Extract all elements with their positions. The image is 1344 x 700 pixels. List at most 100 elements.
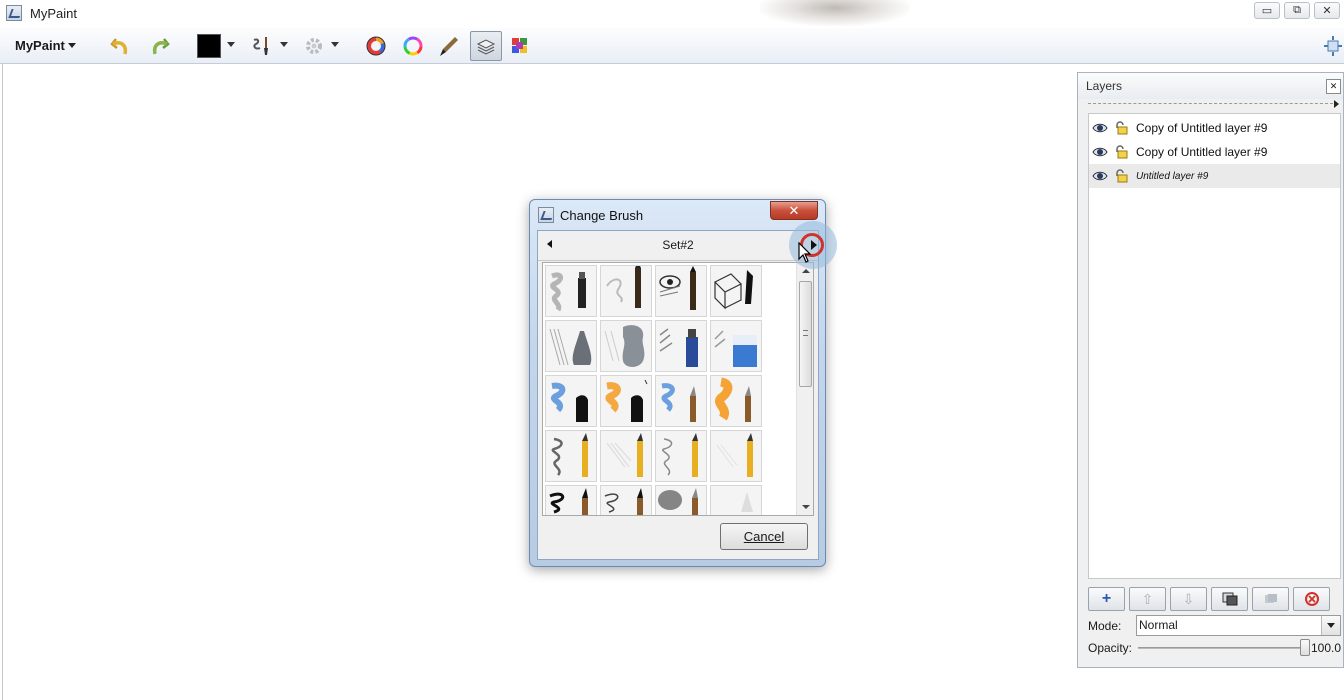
cancel-button-label: Cancel xyxy=(743,529,785,544)
merge-icon xyxy=(1264,594,1277,603)
brush-eraser-block[interactable] xyxy=(710,320,762,372)
brush-pen-blue[interactable] xyxy=(545,375,597,427)
pen-icon[interactable] xyxy=(436,33,462,59)
duplicate-icon xyxy=(1222,592,1237,606)
add-layer-button[interactable]: + xyxy=(1088,587,1125,611)
mode-label: Mode: xyxy=(1088,618,1122,633)
current-color-swatch xyxy=(197,34,221,58)
brush-eraser-soft[interactable] xyxy=(600,320,652,372)
cancel-button[interactable]: Cancel xyxy=(720,523,808,550)
brush-icon[interactable] xyxy=(249,33,275,59)
fullscreen-icon[interactable] xyxy=(1324,36,1342,56)
palette-icon[interactable] xyxy=(507,33,533,59)
color-swatch-button[interactable] xyxy=(196,33,222,59)
mypaint-menu-label: MyPaint xyxy=(15,38,65,53)
dialog-title: Change Brush xyxy=(560,207,644,223)
opacity-slider-handle[interactable] xyxy=(1300,639,1310,656)
chevron-down-icon[interactable] xyxy=(227,42,235,47)
layers-panel-header: Layers ✕ xyxy=(1078,73,1343,99)
dialog-title-bar: Change Brush xyxy=(538,207,643,223)
delete-icon xyxy=(1304,592,1319,606)
brush-pencil-sketch[interactable] xyxy=(655,265,707,317)
app-title: MyPaint xyxy=(30,5,77,21)
plus-icon: + xyxy=(1101,590,1112,607)
hue-ring-icon[interactable] xyxy=(400,33,426,59)
brush-brush-blue[interactable] xyxy=(655,375,707,427)
duplicate-layer-button[interactable] xyxy=(1211,587,1248,611)
blend-mode-row: Mode: Normal xyxy=(1088,615,1341,636)
brush-airbrush[interactable] xyxy=(710,485,762,515)
brush-grid-container xyxy=(542,262,814,516)
brush-ink-thin[interactable] xyxy=(600,485,652,515)
move-layer-down-button[interactable]: ⇩ xyxy=(1170,587,1207,611)
opacity-label: Opacity: xyxy=(1088,641,1133,655)
unlocked-padlock-icon[interactable] xyxy=(1114,145,1128,159)
brush-grid-scrollbar[interactable] xyxy=(796,263,813,515)
restore-button[interactable]: ⧉ xyxy=(1284,2,1310,19)
settings-icon[interactable] xyxy=(301,33,327,59)
panel-tearoff-divider[interactable] xyxy=(1088,103,1333,104)
change-brush-dialog: Change Brush ✕ Set#2 Cancel xyxy=(529,199,837,567)
unlocked-padlock-icon[interactable] xyxy=(1114,169,1128,183)
brush-pen-orange[interactable] xyxy=(600,375,652,427)
mypaint-menu-button[interactable]: MyPaint xyxy=(15,38,76,53)
panel-expand-arrow-icon[interactable] xyxy=(1334,100,1339,108)
chevron-down-icon xyxy=(67,43,76,48)
undo-icon[interactable] xyxy=(108,33,134,59)
redo-icon[interactable] xyxy=(146,33,172,59)
color-wheel-icon[interactable] xyxy=(363,33,389,59)
brush-brush-orange[interactable] xyxy=(710,375,762,427)
dialog-body: Set#2 Cancel xyxy=(537,230,819,560)
brush-grid xyxy=(545,265,762,515)
brush-pencil-yellow-4[interactable] xyxy=(710,430,762,482)
scroll-up-arrow-icon[interactable] xyxy=(802,269,810,273)
layer-row-selected[interactable]: Untitled layer #9 xyxy=(1089,164,1340,188)
brush-pencil-yellow-3[interactable] xyxy=(655,430,707,482)
delete-layer-button[interactable] xyxy=(1293,587,1330,611)
close-button[interactable]: ✕ xyxy=(1314,2,1340,19)
arrow-up-icon: ⇧ xyxy=(1141,590,1154,607)
brush-marker-blue[interactable] xyxy=(655,320,707,372)
chevron-down-icon[interactable] xyxy=(331,42,339,47)
opacity-row: Opacity: 100.0 xyxy=(1088,639,1341,657)
brush-charcoal[interactable] xyxy=(545,265,597,317)
layer-name: Copy of Untitled layer #9 xyxy=(1136,121,1268,135)
app-icon xyxy=(6,5,22,21)
brush-blender[interactable] xyxy=(545,320,597,372)
dialog-app-icon xyxy=(538,207,554,223)
layers-panel-title: Layers xyxy=(1086,79,1123,93)
visibility-eye-icon[interactable] xyxy=(1092,122,1108,134)
blend-mode-select[interactable]: Normal xyxy=(1136,615,1341,636)
opacity-slider-track[interactable] xyxy=(1138,647,1302,649)
visibility-eye-icon[interactable] xyxy=(1092,170,1108,182)
brush-smudge[interactable] xyxy=(655,485,707,515)
layers-toggle-icon[interactable] xyxy=(470,31,502,61)
brush-ink-pen[interactable] xyxy=(710,265,762,317)
brush-pencil-yellow-2[interactable] xyxy=(600,430,652,482)
scroll-down-arrow-icon[interactable] xyxy=(802,505,810,509)
layers-panel: Layers ✕ Copy of Untitled layer #9 Copy … xyxy=(1077,72,1344,668)
main-toolbar: MyPaint xyxy=(0,28,1344,64)
move-layer-up-button[interactable]: ⇧ xyxy=(1129,587,1166,611)
scroll-thumb[interactable] xyxy=(799,281,812,387)
chevron-down-icon[interactable] xyxy=(280,42,288,47)
brush-pencil-soft[interactable] xyxy=(600,265,652,317)
dialog-close-button[interactable]: ✕ xyxy=(770,201,818,220)
minimize-button[interactable]: ▭ xyxy=(1254,2,1280,19)
brush-ink-scribble[interactable] xyxy=(545,485,597,515)
layer-row[interactable]: Copy of Untitled layer #9 xyxy=(1089,116,1340,140)
opacity-value: 100.0 xyxy=(1310,641,1341,655)
layer-name: Copy of Untitled layer #9 xyxy=(1136,145,1268,159)
visibility-eye-icon[interactable] xyxy=(1092,146,1108,158)
brush-set-nav: Set#2 xyxy=(538,231,818,261)
grip-icon xyxy=(803,330,808,336)
layers-close-icon[interactable]: ✕ xyxy=(1326,79,1341,94)
window-controls: ▭ ⧉ ✕ xyxy=(1254,0,1344,19)
layer-name: Untitled layer #9 xyxy=(1136,170,1209,182)
brush-set-label: Set#2 xyxy=(662,238,694,252)
layer-row[interactable]: Copy of Untitled layer #9 xyxy=(1089,140,1340,164)
brush-pencil-yellow-1[interactable] xyxy=(545,430,597,482)
merge-layer-button[interactable] xyxy=(1252,587,1289,611)
unlocked-padlock-icon[interactable] xyxy=(1114,121,1128,135)
chevron-down-icon[interactable] xyxy=(1321,616,1340,635)
